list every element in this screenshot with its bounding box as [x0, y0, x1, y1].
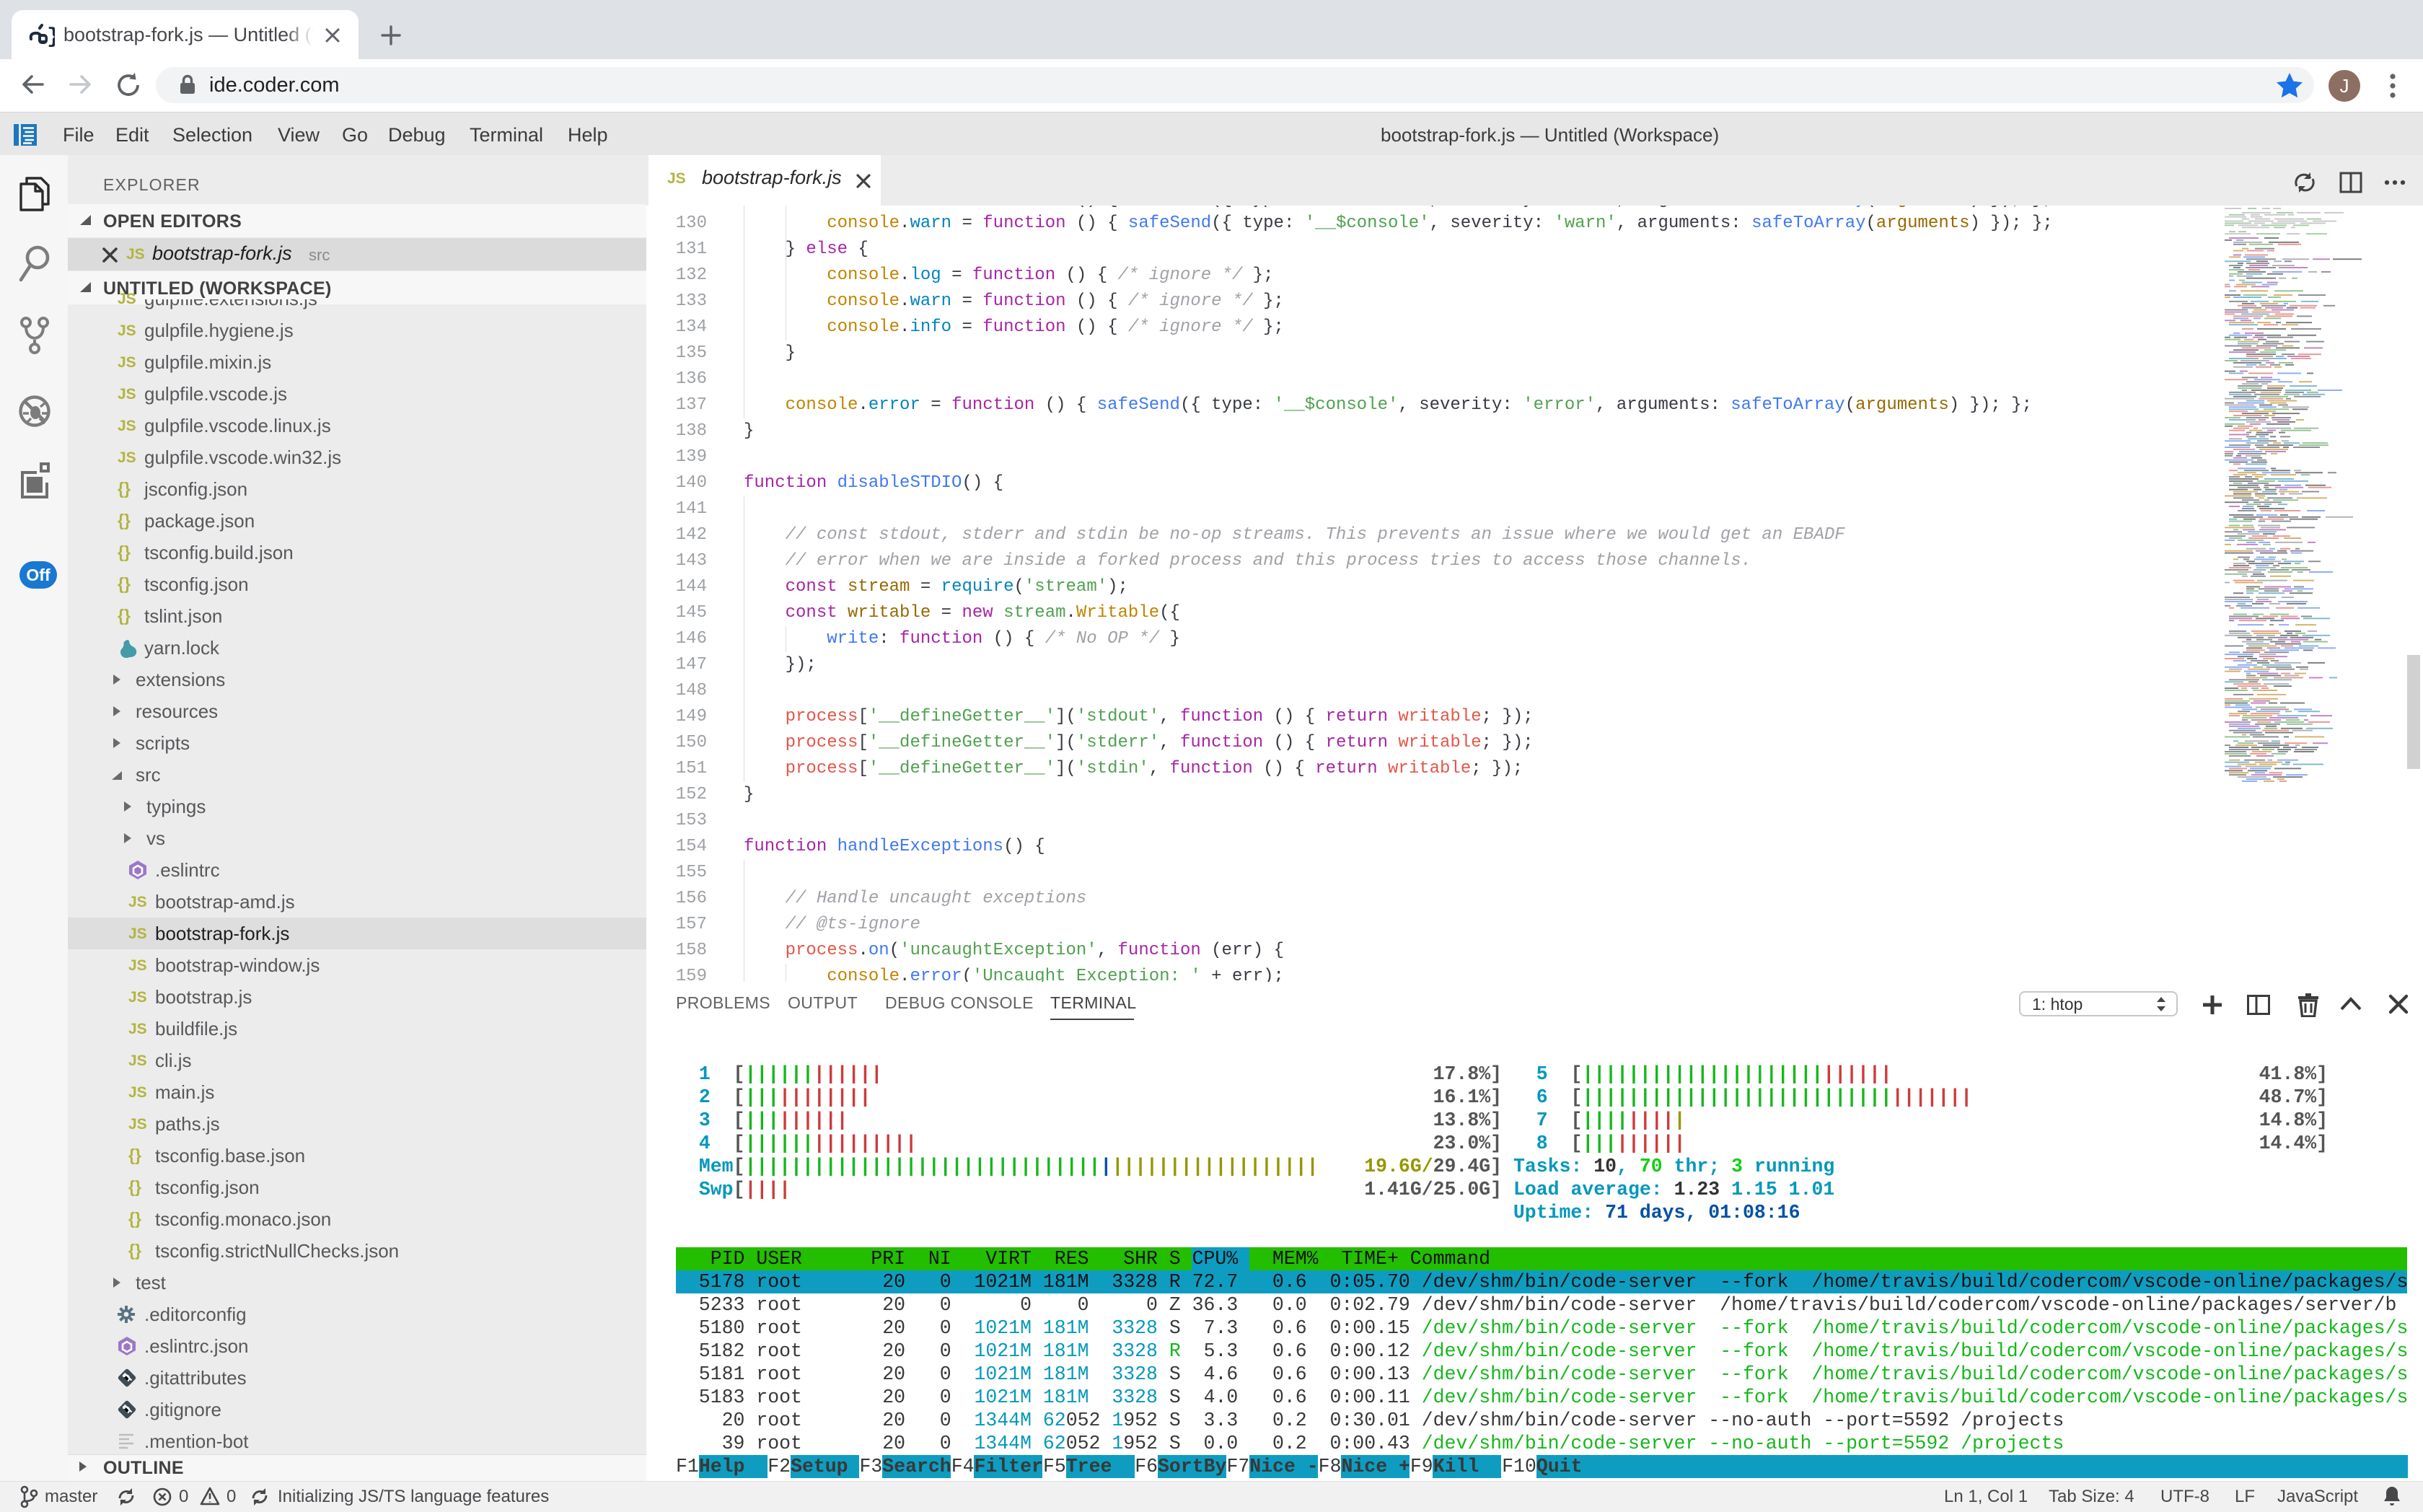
svg-text:}: }	[47, 25, 55, 48]
